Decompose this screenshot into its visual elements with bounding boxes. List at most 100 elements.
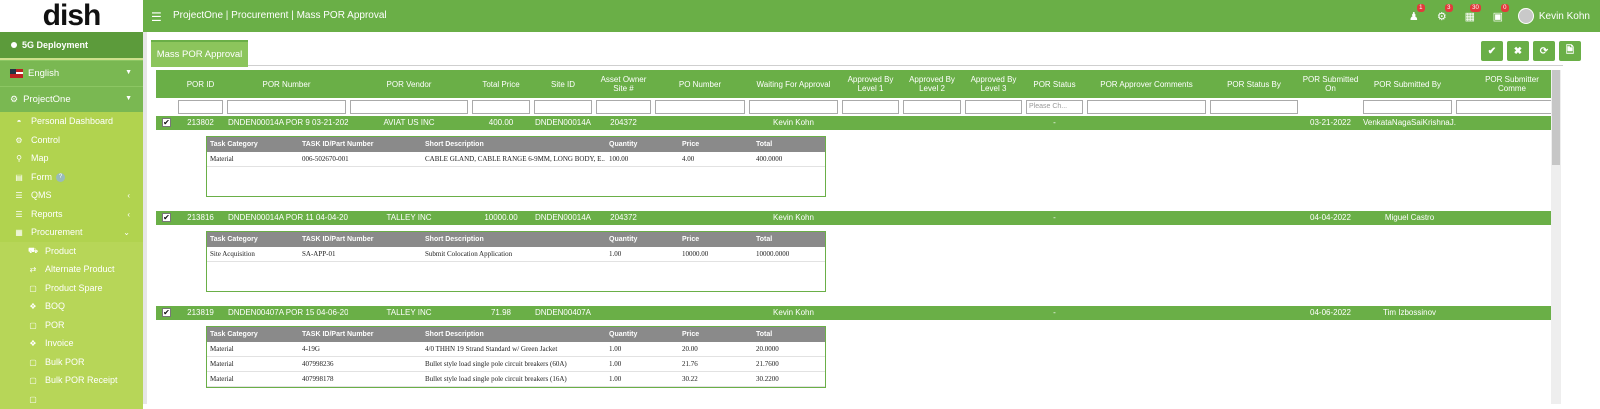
column-header[interactable]: Asset Owner Site # xyxy=(594,70,653,98)
submitted-by: VenkataNagaSaiKrishnaJ... xyxy=(1363,118,1456,127)
filter-input[interactable] xyxy=(1363,100,1452,114)
user-alert-icon[interactable]: ♟ 1 xyxy=(1400,0,1428,32)
filter-input[interactable] xyxy=(350,100,468,114)
row-checkbox[interactable]: ✔ xyxy=(162,118,171,127)
refresh-button[interactable]: ⟳ xyxy=(1533,41,1555,61)
column-header[interactable]: POR Submitter Comme xyxy=(1454,70,1552,98)
sidebar-item-label: QMS xyxy=(31,190,52,201)
filter-input[interactable] xyxy=(1456,100,1552,114)
row-checkbox[interactable]: ✔ xyxy=(162,213,171,222)
tab-mass-por-approval[interactable]: Mass POR Approval xyxy=(151,40,248,67)
row-checkbox[interactable]: ✔ xyxy=(162,308,171,317)
filter-input[interactable] xyxy=(472,100,530,114)
filter-input[interactable] xyxy=(534,100,592,114)
dish-logo[interactable]: dish xyxy=(0,0,143,32)
table-row[interactable]: ✔ 213802 DNDEN00014A POR 9 03-21-2022 AV… xyxy=(156,116,1552,130)
sidebar-item-personal-dashboard[interactable]: ◓ Personal Dashboard xyxy=(0,112,143,131)
filter-input[interactable] xyxy=(227,100,346,114)
sidebar-item-procurement[interactable]: ▦ Procurement ⌄ xyxy=(0,223,143,242)
us-flag-icon xyxy=(10,69,23,78)
filter-input[interactable] xyxy=(178,100,223,114)
sidebar-item-qms[interactable]: ☰ QMS ‹ xyxy=(0,186,143,205)
column-header[interactable]: Approved By Level 3 xyxy=(963,70,1024,98)
table-row[interactable]: ✔ 213816 DNDEN00014A POR 11 04-04-2022 T… xyxy=(156,211,1552,225)
price: 4.00 xyxy=(682,155,695,163)
sidebar-item-map[interactable]: ⚲ Map xyxy=(0,149,143,168)
total: 21.7600 xyxy=(756,360,779,368)
reject-button[interactable]: ✖ xyxy=(1507,41,1529,61)
total: 400.0000 xyxy=(756,155,783,163)
column-header[interactable]: Approved By Level 1 xyxy=(840,70,901,98)
detail-row: Material 4-19G 4/0 THHN 19 Strand Standa… xyxy=(207,342,825,357)
column-header[interactable]: POR Submitted By xyxy=(1361,70,1454,98)
filter-input[interactable] xyxy=(965,100,1022,114)
column-header[interactable]: POR ID xyxy=(176,70,225,98)
user-menu[interactable]: Kevin Kohn xyxy=(1512,8,1600,24)
total-price: 10000.00 xyxy=(484,213,518,222)
column-header[interactable]: PO Number xyxy=(653,70,747,98)
detail-column-header: Quantity xyxy=(609,141,638,148)
sidebar-item-label: BOQ xyxy=(45,301,66,312)
column-header[interactable]: POR Submitted On xyxy=(1300,70,1361,98)
quantity: 1.00 xyxy=(609,345,622,353)
filter-input[interactable] xyxy=(749,100,838,114)
filter-input[interactable] xyxy=(1087,100,1206,114)
language-select[interactable]: English ▼ xyxy=(0,60,143,86)
sidebar-item-product[interactable]: ⛟ Product xyxy=(0,242,143,261)
approve-button[interactable]: ✔ xyxy=(1481,41,1503,61)
sidebar-item-reports[interactable]: ☰ Reports ‹ xyxy=(0,205,143,224)
sidebar-item-bulk-por[interactable]: ▢ Bulk POR xyxy=(0,353,143,372)
breadcrumb: ProjectOne | Procurement | Mass POR Appr… xyxy=(173,10,387,21)
menu-toggle-icon[interactable]: ☰ xyxy=(151,10,162,24)
por-number: DNDEN00014A POR 11 04-04-2022 xyxy=(228,213,348,222)
column-header[interactable]: POR Status By xyxy=(1208,70,1300,98)
sidebar-item-control[interactable]: ⚙ Control xyxy=(0,131,143,150)
sidebar-item-por[interactable]: ▢ POR xyxy=(0,316,143,335)
column-header[interactable]: POR Approver Comments xyxy=(1085,70,1208,98)
column-header[interactable]: Total Price xyxy=(470,70,532,98)
sidebar-item-bulk-por-receipt[interactable]: ▢ Bulk POR Receipt xyxy=(0,371,143,390)
detail-column-header: Quantity xyxy=(609,331,638,338)
status-filter-select[interactable]: Please Ch... xyxy=(1026,100,1083,114)
filter-input[interactable] xyxy=(1210,100,1298,114)
help-icon[interactable]: ? xyxy=(56,172,65,182)
sidebar-item-boq[interactable]: ❖ BOQ xyxy=(0,297,143,316)
column-header[interactable]: Approved By Level 2 xyxy=(901,70,963,98)
table-row[interactable]: ✔ 213819 DNDEN00407A POR 15 04-06-2022 T… xyxy=(156,306,1552,320)
gear-icon: ⚙ xyxy=(15,135,23,145)
language-label: English xyxy=(28,68,60,79)
tab-strip: Mass POR Approval xyxy=(151,40,1563,67)
column-header[interactable]: Waiting For Approval xyxy=(747,70,840,98)
chevron-down-icon: ⌄ xyxy=(123,227,130,237)
filter-input[interactable] xyxy=(596,100,651,114)
project-select[interactable]: ⚙ ProjectOne ▼ xyxy=(0,86,143,112)
sidebar-deployment[interactable]: 5G Deployment xyxy=(0,32,143,58)
project-label: ProjectOne xyxy=(23,94,71,105)
scrollbar-thumb[interactable] xyxy=(1552,70,1560,165)
sidebar-item-partial[interactable]: ▢ xyxy=(0,390,143,409)
filter-input[interactable] xyxy=(903,100,961,114)
column-header[interactable]: POR Number xyxy=(225,70,348,98)
task-icon[interactable]: ▣ 0 xyxy=(1484,0,1512,32)
detail-column-header: TASK ID/Part Number xyxy=(302,331,374,338)
filter-input[interactable] xyxy=(842,100,899,114)
calendar-icon[interactable]: ▦ 30 xyxy=(1456,0,1484,32)
sidebar-item-product-spare[interactable]: ▢ Product Spare xyxy=(0,279,143,298)
document-icon: ▢ xyxy=(29,320,37,330)
sidebar-item-invoice[interactable]: ❖ Invoice xyxy=(0,334,143,353)
sidebar-item-alternate-product[interactable]: ⇄ Alternate Product xyxy=(0,260,143,279)
column-header[interactable]: POR Vendor xyxy=(348,70,470,98)
sidebar-item-label: Alternate Product xyxy=(45,264,115,275)
document-icon: ▢ xyxy=(29,394,37,404)
sidebar-item-label: Product xyxy=(45,246,77,257)
quantity: 1.00 xyxy=(609,360,622,368)
sidebar-item-form[interactable]: ▤ Form? xyxy=(0,168,143,187)
vertical-scrollbar[interactable] xyxy=(1551,70,1561,404)
filter-input[interactable] xyxy=(655,100,745,114)
export-button[interactable]: 🗎 xyxy=(1559,41,1581,61)
gear-alert-icon[interactable]: ⚙ 3 xyxy=(1428,0,1456,32)
task-category: Site Acquisition xyxy=(210,250,255,258)
grid-icon: ▦ xyxy=(15,227,23,237)
column-header[interactable]: Site ID xyxy=(532,70,594,98)
column-header[interactable]: POR Status xyxy=(1024,70,1085,98)
